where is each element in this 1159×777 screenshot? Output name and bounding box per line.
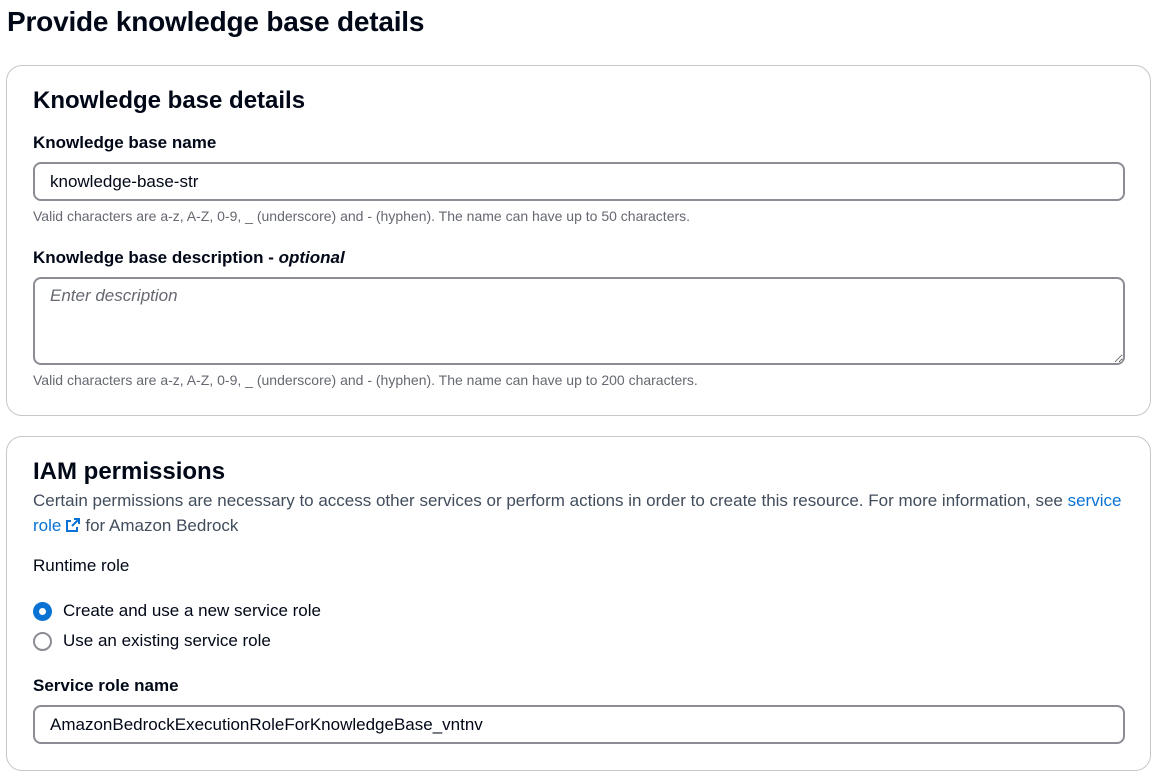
knowledge-base-description-label: Knowledge base description - optional bbox=[33, 247, 345, 269]
name-constraint-text: Valid characters are a-z, A-Z, 0-9, _ (u… bbox=[33, 208, 691, 224]
radio-button-checked[interactable] bbox=[33, 601, 52, 621]
iam-permissions-card: IAM permissions Certain permissions are … bbox=[6, 436, 1151, 771]
external-link-icon[interactable] bbox=[65, 517, 81, 533]
page-title: Provide knowledge base details bbox=[7, 6, 425, 37]
radio-button-unchecked[interactable] bbox=[33, 631, 52, 651]
radio-label[interactable]: Create and use a new service role bbox=[63, 601, 321, 621]
description-label-text: Knowledge base description - bbox=[33, 248, 279, 267]
radio-create-new-service-role[interactable]: Create and use a new service role bbox=[33, 599, 321, 623]
description-constraint-text: Valid characters are a-z, A-Z, 0-9, _ (u… bbox=[33, 372, 698, 388]
knowledge-base-name-input[interactable] bbox=[33, 162, 1125, 201]
service-role-name-label: Service role name bbox=[33, 676, 179, 695]
radio-use-existing-service-role[interactable]: Use an existing service role bbox=[33, 629, 271, 653]
iam-description-suffix: for Amazon Bedrock bbox=[85, 516, 239, 535]
knowledge-base-name-label: Knowledge base name bbox=[33, 133, 217, 152]
runtime-role-label: Runtime role bbox=[33, 556, 130, 575]
knowledge-base-details-card: Knowledge base details Knowledge base na… bbox=[6, 65, 1151, 416]
iam-description: Certain permissions are necessary to acc… bbox=[33, 488, 1123, 538]
page: Provide knowledge base details Knowledge… bbox=[0, 0, 1159, 777]
optional-tag: optional bbox=[278, 248, 345, 267]
iam-description-text: Certain permissions are necessary to acc… bbox=[33, 491, 1068, 510]
service-role-name-input[interactable] bbox=[33, 705, 1125, 744]
card-title: IAM permissions bbox=[33, 458, 226, 485]
card-title: Knowledge base details bbox=[33, 87, 306, 114]
radio-label[interactable]: Use an existing service role bbox=[63, 631, 271, 651]
knowledge-base-description-textarea[interactable] bbox=[33, 277, 1125, 365]
